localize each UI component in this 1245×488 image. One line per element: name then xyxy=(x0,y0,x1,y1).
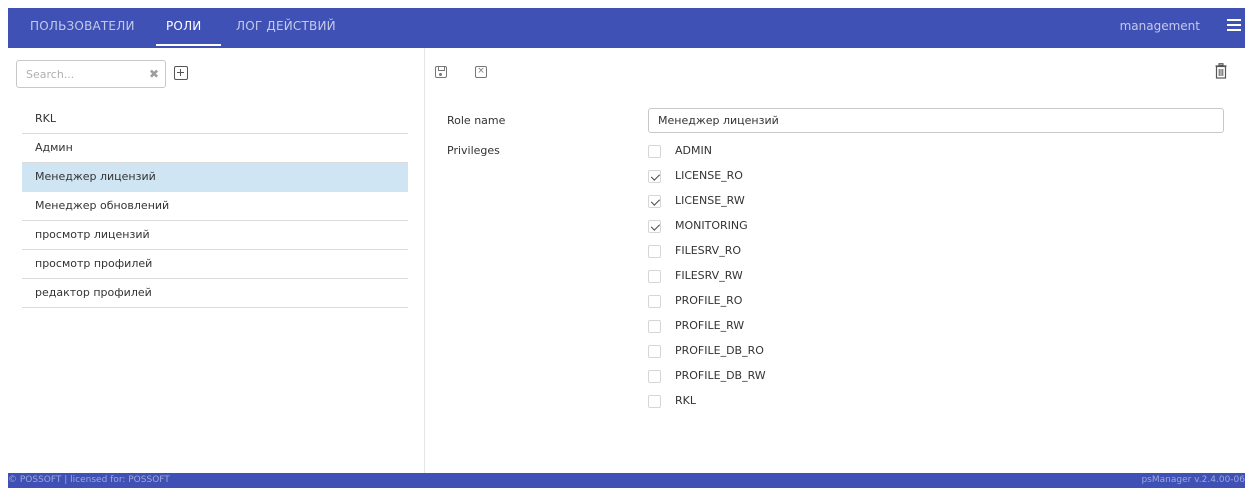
privilege-label: LICENSE_RW xyxy=(675,194,745,207)
privilege-label: ADMIN xyxy=(675,144,712,157)
save-icon[interactable] xyxy=(435,66,447,78)
privilege-row[interactable]: PROFILE_RO xyxy=(648,288,948,313)
privileges-label: Privileges xyxy=(447,144,500,157)
clear-search-icon[interactable]: ✖ xyxy=(149,67,159,81)
tab-roles[interactable]: РОЛИ xyxy=(166,8,201,48)
privilege-label: PROFILE_RO xyxy=(675,294,743,307)
privilege-row[interactable]: MONITORING xyxy=(648,213,948,238)
privilege-checkbox[interactable] xyxy=(648,370,661,383)
privilege-row[interactable]: ADMIN xyxy=(648,138,948,163)
add-role-button[interactable] xyxy=(174,66,188,80)
search-box: ✖ xyxy=(16,60,166,88)
current-user[interactable]: management xyxy=(1120,8,1200,44)
privilege-checkbox[interactable] xyxy=(648,195,661,208)
privilege-label: PROFILE_DB_RW xyxy=(675,369,766,382)
privilege-checkbox[interactable] xyxy=(648,295,661,308)
footer-bar: © POSSOFT | licensed for: POSSOFT psMana… xyxy=(8,473,1245,488)
privilege-checkbox[interactable] xyxy=(648,395,661,408)
privilege-checkbox[interactable] xyxy=(648,220,661,233)
privilege-row[interactable]: PROFILE_DB_RO xyxy=(648,338,948,363)
role-list-item-selected[interactable]: Менеджер лицензий xyxy=(22,163,408,192)
cancel-icon[interactable]: × xyxy=(475,66,487,78)
role-list-item[interactable]: редактор профилей xyxy=(22,279,408,308)
role-list-item[interactable]: Менеджер обновлений xyxy=(22,192,408,221)
privilege-row[interactable]: RKL xyxy=(648,388,948,413)
role-name-label: Role name xyxy=(447,114,506,127)
privilege-row[interactable]: FILESRV_RW xyxy=(648,263,948,288)
role-editor-panel: × Role name Privileges ADMIN LICENSE_RO … xyxy=(425,48,1245,473)
privilege-checkbox[interactable] xyxy=(648,145,661,158)
privilege-checkbox[interactable] xyxy=(648,245,661,258)
privilege-checkbox[interactable] xyxy=(648,170,661,183)
search-input[interactable] xyxy=(17,61,137,87)
privilege-checkbox[interactable] xyxy=(648,320,661,333)
privilege-label: MONITORING xyxy=(675,219,748,232)
roles-list-panel: ✖ RKL Админ Менеджер лицензий Менеджер о… xyxy=(8,48,425,473)
trash-icon[interactable] xyxy=(1215,63,1227,79)
tab-users[interactable]: ПОЛЬЗОВАТЕЛИ xyxy=(30,8,135,48)
privilege-label: FILESRV_RO xyxy=(675,244,741,257)
role-list-item[interactable]: просмотр лицензий xyxy=(22,221,408,250)
privilege-label: LICENSE_RO xyxy=(675,169,743,182)
privilege-label: PROFILE_RW xyxy=(675,319,745,332)
top-nav-bar: ПОЛЬЗОВАТЕЛИ РОЛИ ЛОГ ДЕЙСТВИЙ managemen… xyxy=(8,8,1245,48)
privilege-label: PROFILE_DB_RO xyxy=(675,344,764,357)
copyright-text: © POSSOFT | licensed for: POSSOFT xyxy=(8,475,170,485)
version-text: psManager v.2.4.00-06 xyxy=(1141,475,1245,485)
privilege-checkbox[interactable] xyxy=(648,270,661,283)
privilege-label: FILESRV_RW xyxy=(675,269,743,282)
privilege-row[interactable]: PROFILE_RW xyxy=(648,313,948,338)
privilege-row[interactable]: PROFILE_DB_RW xyxy=(648,363,948,388)
role-list-item[interactable]: просмотр профилей xyxy=(22,250,408,279)
privilege-label: RKL xyxy=(675,394,696,407)
hamburger-menu-icon[interactable] xyxy=(1227,19,1241,33)
role-list-item[interactable]: Админ xyxy=(22,134,408,163)
privilege-row[interactable]: FILESRV_RO xyxy=(648,238,948,263)
role-name-input[interactable] xyxy=(648,108,1224,133)
role-list: RKL Админ Менеджер лицензий Менеджер обн… xyxy=(22,105,408,308)
privilege-row[interactable]: LICENSE_RO xyxy=(648,163,948,188)
role-list-item[interactable]: RKL xyxy=(22,105,408,134)
tab-action-log[interactable]: ЛОГ ДЕЙСТВИЙ xyxy=(236,8,336,48)
privilege-row[interactable]: LICENSE_RW xyxy=(648,188,948,213)
privilege-checkbox[interactable] xyxy=(648,345,661,358)
active-tab-indicator xyxy=(156,44,221,46)
